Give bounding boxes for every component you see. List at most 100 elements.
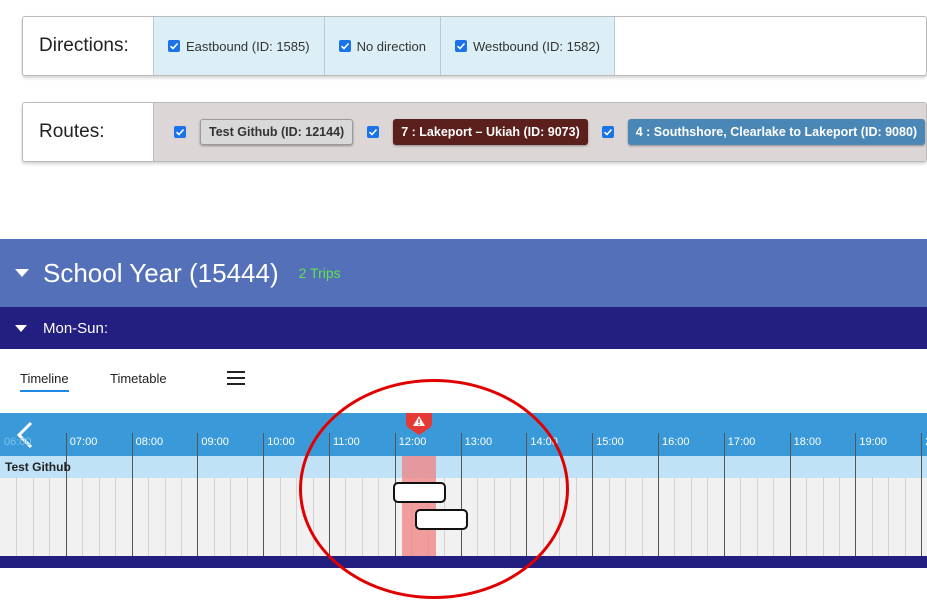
checkbox-checked-icon[interactable]: [168, 40, 180, 52]
hour-gridline: [197, 433, 199, 556]
quarter-gridline: [904, 478, 906, 556]
quarter-gridline: [608, 478, 610, 556]
route-chip[interactable]: Test Github (ID: 12144): [200, 119, 354, 145]
hour-label: 15:00: [596, 436, 624, 448]
quarter-gridline: [49, 478, 51, 556]
trip-block[interactable]: [414, 509, 469, 530]
quarter-gridline: [164, 478, 166, 556]
routes-label: Routes:: [23, 103, 153, 161]
timeline-footer-bar: [0, 556, 927, 568]
quarter-gridline: [148, 478, 150, 556]
hamburger-menu-icon[interactable]: [227, 371, 245, 385]
hour-gridline: [855, 433, 857, 556]
direction-label: Westbound (ID: 1582): [472, 38, 600, 54]
direction-none[interactable]: No direction: [323, 17, 440, 75]
checkbox-checked-icon[interactable]: [367, 126, 380, 138]
hour-label: 08:00: [135, 436, 164, 448]
collapse-triangle-icon[interactable]: [15, 269, 29, 277]
direction-label: Eastbound (ID: 1585): [186, 38, 310, 54]
checkbox-checked-icon[interactable]: [174, 126, 186, 138]
hour-gridline: [526, 433, 528, 556]
route-chip[interactable]: 4 : Southshore, Clearlake to Lakeport (I…: [627, 119, 926, 145]
quarter-gridline: [361, 478, 363, 556]
route-item-test-github[interactable]: Test Github (ID: 12144): [174, 119, 354, 145]
timeline-row-name: Test Github: [5, 460, 71, 474]
quarter-gridline: [559, 478, 561, 556]
conflict-highlight: [402, 456, 437, 556]
hour-label: 18:00: [793, 436, 822, 448]
timeline-view: Test Github 06:00 07:00 08:00 09:00 10:00 11:…: [0, 413, 927, 568]
warning-icon[interactable]: [406, 413, 433, 435]
hour-gridline: [723, 433, 725, 556]
hour-gridline: [658, 433, 659, 556]
tab-timetable[interactable]: Timetable: [110, 371, 167, 386]
hour-gridline: [329, 433, 330, 556]
quarter-gridline: [279, 478, 281, 556]
quarter-gridline: [32, 478, 34, 556]
hour-label: 19:00: [859, 436, 887, 448]
route-list: Test Github (ID: 12144) 7 : Lakeport – U…: [153, 103, 926, 161]
quarter-gridline: [296, 478, 298, 556]
hour-label: 11:00: [333, 436, 360, 448]
quarter-gridline: [641, 478, 643, 556]
quarter-gridline: [180, 478, 182, 556]
route-item-southshore[interactable]: 4 : Southshore, Clearlake to Lakeport (I…: [601, 119, 926, 145]
checkbox-checked-icon[interactable]: [601, 126, 614, 138]
hour-gridline: [131, 433, 133, 556]
hour-gridline: [460, 433, 462, 556]
quarter-gridline: [230, 478, 232, 556]
quarter-gridline: [838, 478, 840, 556]
hour-label: 16:00: [662, 436, 690, 448]
directions-label: Directions:: [23, 17, 153, 75]
quarter-gridline: [707, 478, 709, 556]
quarter-gridline: [345, 478, 347, 556]
service-title: School Year (15444): [43, 257, 279, 288]
checkbox-checked-icon[interactable]: [338, 40, 351, 52]
route-chip[interactable]: 7 : Lakeport – Ukiah (ID: 9073): [393, 119, 588, 145]
trip-block[interactable]: [392, 482, 447, 503]
hour-label: 06:00: [4, 436, 32, 448]
hour-label: 17:00: [727, 436, 756, 448]
quarter-gridline: [82, 478, 84, 556]
quarter-gridline: [115, 478, 117, 556]
timeline-hour-header: [0, 413, 927, 456]
quarter-gridline: [213, 478, 215, 556]
service-header[interactable]: School Year (15444) 2 Trips: [0, 239, 927, 307]
quarter-gridline: [690, 478, 692, 556]
hour-label: 14:00: [530, 436, 558, 448]
directions-filter: Directions: Eastbound (ID: 1585) No dire…: [22, 16, 927, 76]
trip-count-badge: 2 Trips: [298, 265, 341, 281]
hour-gridline: [65, 433, 67, 556]
hour-label: 13:00: [464, 436, 493, 448]
hour-label: 20:00: [921, 436, 927, 448]
hour-label: 07:00: [69, 436, 98, 448]
quarter-gridline: [674, 478, 676, 556]
quarter-gridline: [773, 478, 775, 556]
quarter-gridline: [509, 478, 511, 556]
tab-timeline[interactable]: Timeline: [20, 371, 69, 392]
timeline-row-label-bar: [0, 456, 927, 478]
direction-eastbound[interactable]: Eastbound (ID: 1585): [153, 17, 324, 75]
hour-gridline: [789, 433, 791, 556]
direction-label: No direction: [356, 38, 426, 54]
quarter-gridline: [756, 478, 758, 556]
direction-westbound[interactable]: Westbound (ID: 1582): [439, 17, 615, 75]
hour-label: 09:00: [201, 436, 229, 448]
days-label: Mon-Sun:: [43, 319, 109, 337]
quarter-gridline: [740, 478, 742, 556]
quarter-gridline: [246, 478, 248, 556]
routes-filter: Routes: Test Github (ID: 12144) 7 : Lake…: [22, 102, 927, 162]
quarter-gridline: [378, 478, 380, 556]
quarter-gridline: [542, 478, 544, 556]
quarter-gridline: [16, 478, 18, 556]
hour-label: 12:00: [398, 436, 427, 448]
quarter-gridline: [625, 478, 627, 556]
quarter-gridline: [493, 478, 495, 556]
days-header[interactable]: Mon-Sun:: [0, 307, 927, 349]
quarter-gridline: [98, 478, 100, 556]
route-item-lakeport-ukiah[interactable]: 7 : Lakeport – Ukiah (ID: 9073): [367, 119, 588, 145]
quarter-gridline: [575, 478, 577, 556]
collapse-triangle-icon[interactable]: [15, 324, 27, 332]
quarter-gridline: [822, 478, 824, 556]
checkbox-checked-icon[interactable]: [454, 40, 467, 52]
